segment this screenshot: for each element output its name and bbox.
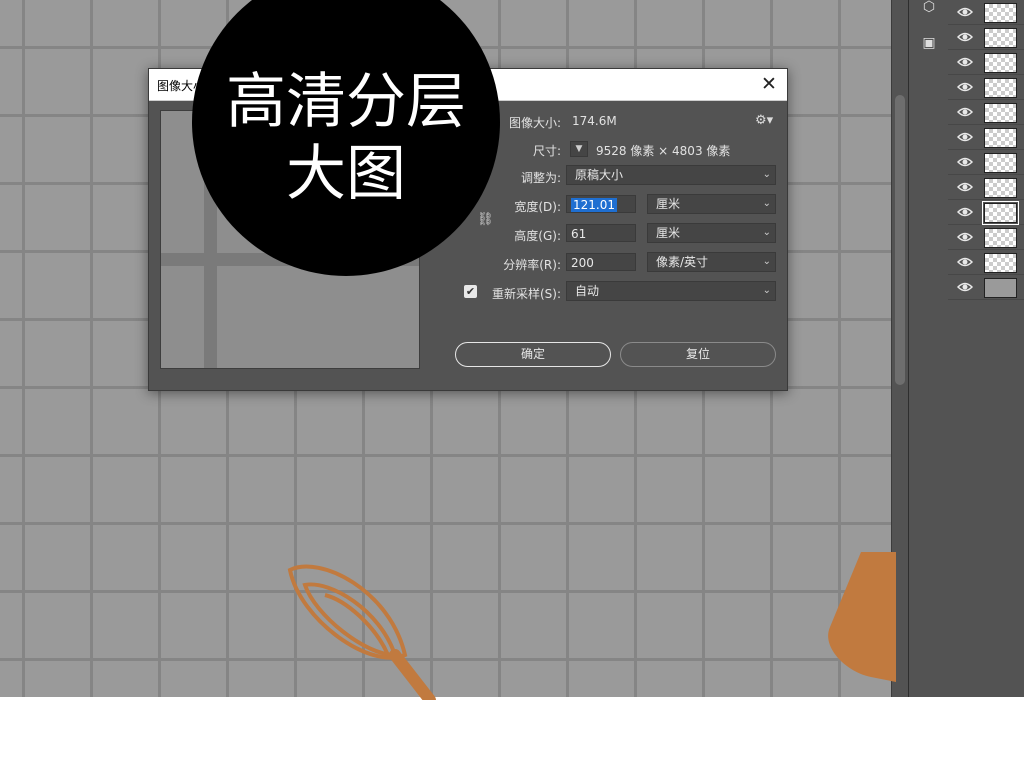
layer-thumbnail[interactable] <box>984 228 1017 248</box>
height-label: 高度(G): <box>514 229 561 243</box>
layer-row[interactable] <box>948 275 1024 300</box>
layer-row[interactable] <box>948 0 1024 25</box>
fit-to-select[interactable]: 原稿大小 ⌄ <box>566 165 776 185</box>
eye-icon[interactable] <box>957 280 973 294</box>
whisk-illustration <box>287 564 436 700</box>
layer-thumbnail[interactable] <box>982 201 1019 225</box>
chevron-down-icon: ⌄ <box>762 227 771 238</box>
scrollbar-thumb[interactable] <box>895 95 905 385</box>
3d-cube-icon[interactable]: ⬡ <box>917 0 941 18</box>
eye-icon[interactable] <box>957 130 973 144</box>
spatula-illustration <box>828 552 896 682</box>
layer-row[interactable] <box>948 25 1024 50</box>
eye-icon[interactable] <box>957 205 973 219</box>
layer-thumbnail[interactable] <box>984 128 1017 148</box>
eye-icon[interactable] <box>957 30 973 44</box>
resample-label: 重新采样(S): <box>491 287 561 301</box>
layer-row[interactable] <box>948 225 1024 250</box>
height-input[interactable]: 61 <box>566 224 636 242</box>
chevron-down-icon[interactable]: ▼ <box>570 141 588 157</box>
eye-icon[interactable] <box>957 180 973 194</box>
chevron-down-icon: ⌄ <box>762 198 771 209</box>
height-unit-select[interactable]: 厘米 ⌄ <box>647 223 776 243</box>
image-size-value: 174.6M <box>572 114 617 128</box>
eye-icon[interactable] <box>957 105 973 119</box>
layer-row[interactable] <box>948 150 1024 175</box>
reset-button[interactable]: 复位 <box>620 342 776 367</box>
layer-thumbnail[interactable] <box>984 3 1017 23</box>
eye-icon[interactable] <box>957 5 973 19</box>
layer-thumbnail[interactable] <box>984 178 1017 198</box>
layer-thumbnail[interactable] <box>984 28 1017 48</box>
layer-row[interactable] <box>948 125 1024 150</box>
layer-thumbnail[interactable] <box>984 78 1017 98</box>
layer-row[interactable] <box>948 100 1024 125</box>
width-unit-select[interactable]: 厘米 ⌄ <box>647 194 776 214</box>
chevron-down-icon: ⌄ <box>762 285 771 296</box>
layers-panel <box>948 0 1024 697</box>
resolution-input[interactable]: 200 <box>566 253 636 271</box>
eye-icon[interactable] <box>957 155 973 169</box>
eye-icon[interactable] <box>957 255 973 269</box>
eye-icon[interactable] <box>957 80 973 94</box>
layer-row[interactable] <box>948 50 1024 75</box>
eye-icon[interactable] <box>957 55 973 69</box>
gear-icon[interactable]: ⚙▾ <box>755 113 773 128</box>
layer-row[interactable] <box>948 200 1024 225</box>
layer-row[interactable] <box>948 250 1024 275</box>
badge-line-1: 高清分层 <box>226 67 466 137</box>
promo-badge-text: 高清分层 大图 <box>192 66 500 210</box>
resolution-unit-select[interactable]: 像素/英寸 ⌄ <box>647 252 776 272</box>
layer-thumbnail[interactable] <box>984 103 1017 123</box>
dimensions-value: 9528 像素 × 4803 像素 <box>596 144 731 158</box>
panel-toolstrip: ⬡ ▣ <box>908 0 950 697</box>
chevron-down-icon: ⌄ <box>762 256 771 267</box>
layer-row[interactable] <box>948 175 1024 200</box>
close-icon[interactable]: ✕ <box>757 72 781 96</box>
eye-icon[interactable] <box>957 230 973 244</box>
resample-select[interactable]: 自动 ⌄ <box>566 281 776 301</box>
ok-button[interactable]: 确定 <box>455 342 611 367</box>
3d-materials-icon[interactable]: ▣ <box>917 32 941 54</box>
layer-thumbnail[interactable] <box>984 53 1017 73</box>
resolution-label: 分辨率(R): <box>503 258 561 272</box>
layer-thumbnail[interactable] <box>984 153 1017 173</box>
layer-thumbnail[interactable] <box>984 253 1017 273</box>
width-input[interactable]: 121.01 <box>566 195 636 213</box>
chevron-down-icon: ⌄ <box>762 169 771 180</box>
layer-row[interactable] <box>948 75 1024 100</box>
badge-line-2: 大图 <box>286 139 406 209</box>
layer-thumbnail[interactable] <box>984 278 1017 298</box>
